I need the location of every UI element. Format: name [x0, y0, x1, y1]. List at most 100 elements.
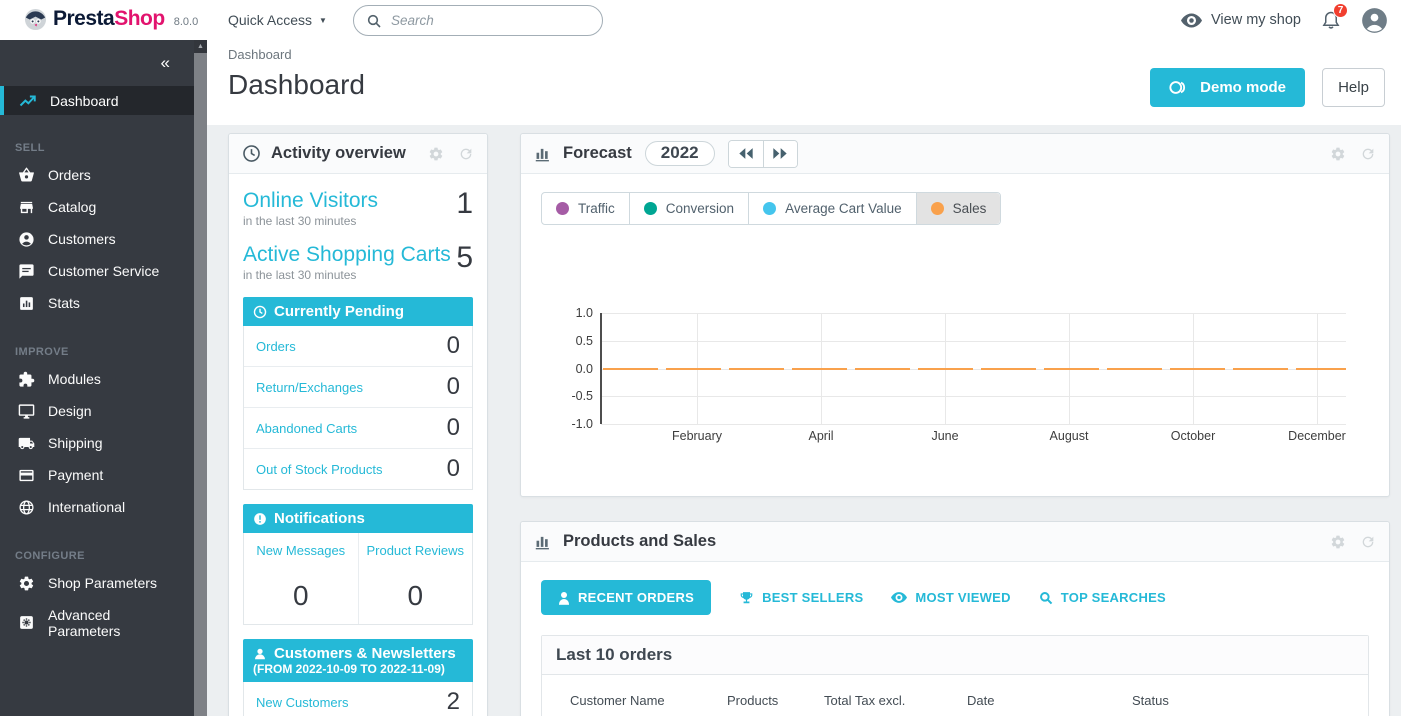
scrollbar-up-arrow[interactable]: ▲ [194, 40, 207, 53]
notification-count-badge: 7 [1333, 3, 1348, 18]
online-visitors-stat: 1 Online Visitors in the last 30 minutes [243, 189, 473, 228]
sidebar-section-improve: IMPROVE Modules Design Shipping Payment [0, 346, 194, 523]
chat-bubble-icon [18, 263, 35, 280]
exclamation-circle-icon [253, 512, 267, 526]
chart-icon [534, 533, 553, 550]
sidebar-item-payment[interactable]: Payment [0, 459, 194, 491]
y-tick: 1.0 [576, 306, 593, 320]
activity-panel-title: Activity overview [271, 144, 406, 163]
y-axis [600, 313, 602, 424]
products-panel-header: Products and Sales [521, 522, 1389, 562]
online-visitors-value: 1 [456, 189, 473, 219]
pending-orders-link[interactable]: Orders [256, 339, 296, 354]
column-status: Status [1132, 693, 1344, 708]
sidebar-item-shipping[interactable]: Shipping [0, 427, 194, 459]
tab-top-searches[interactable]: TOP SEARCHES [1039, 590, 1166, 605]
active-carts-value: 5 [456, 243, 473, 273]
pending-returns-link[interactable]: Return/Exchanges [256, 380, 363, 395]
truck-icon [18, 435, 35, 452]
out-of-stock-link[interactable]: Out of Stock Products [256, 462, 382, 477]
tab-best-sellers[interactable]: BEST SELLERS [739, 590, 863, 605]
products-tabs: RECENT ORDERS BEST SELLERS [541, 580, 1369, 615]
new-messages-link[interactable]: New Messages [256, 543, 345, 558]
quick-access-dropdown[interactable]: Quick Access ▼ [228, 0, 327, 40]
sidebar-item-stats[interactable]: Stats [0, 287, 194, 319]
pending-orders-value: 0 [447, 334, 460, 358]
y-tick: -0.5 [571, 389, 593, 403]
page-title: Dashboard [228, 69, 365, 101]
active-carts-stat: 5 Active Shopping Carts in the last 30 m… [243, 243, 473, 282]
account-avatar-button[interactable] [1361, 7, 1388, 34]
sidebar-collapse-button[interactable]: « [0, 40, 194, 86]
collapse-chevrons-icon: « [161, 53, 170, 73]
sidebar-scrollbar[interactable]: ▲ [194, 40, 207, 716]
x-tick: June [931, 429, 958, 443]
credit-card-icon [18, 467, 35, 484]
legend-average-cart-value-button[interactable]: Average Cart Value [748, 193, 916, 224]
globe-icon [18, 499, 35, 516]
new-customers-link[interactable]: New Customers [256, 695, 348, 710]
demo-mode-button[interactable]: Demo mode [1150, 68, 1305, 107]
abandoned-carts-link[interactable]: Abandoned Carts [256, 421, 357, 436]
settings-gear-icon[interactable] [428, 146, 444, 162]
conversion-dot-icon [644, 202, 657, 215]
previous-period-button[interactable] [729, 141, 763, 167]
forecast-year-selector[interactable]: 2022 [645, 141, 715, 166]
notifications-bell-button[interactable]: 7 [1322, 10, 1340, 30]
forecast-legend: Traffic Conversion Average Cart Value Sa… [541, 192, 1001, 225]
sidebar: « Dashboard SELL Orders Catalog [0, 40, 194, 716]
refresh-icon[interactable] [458, 146, 474, 162]
tab-most-viewed[interactable]: MOST VIEWED [891, 590, 1010, 605]
sidebar-item-catalog[interactable]: Catalog [0, 191, 194, 223]
products-panel-body: RECENT ORDERS BEST SELLERS [521, 562, 1389, 716]
sidebar-item-shop-parameters[interactable]: Shop Parameters [0, 567, 194, 599]
activity-panel-header: Activity overview [229, 134, 487, 174]
search-input[interactable] [391, 13, 590, 28]
forecast-panel: Forecast 2022 [520, 133, 1390, 497]
notifications-table: New Messages 0 Product Reviews 0 [243, 533, 473, 625]
product-reviews-link[interactable]: Product Reviews [366, 543, 464, 558]
sidebar-item-dashboard[interactable]: Dashboard [0, 86, 194, 115]
search-box[interactable] [353, 5, 603, 36]
forecast-chart: 1.0 0.5 0.0 -0.5 -1.0 February April Jun… [521, 313, 1389, 447]
chevron-down-icon: ▼ [319, 16, 327, 25]
product-reviews-cell: Product Reviews 0 [358, 533, 473, 624]
view-my-shop-link[interactable]: View my shop [1181, 12, 1301, 28]
new-messages-value: 0 [248, 580, 354, 612]
x-tick: October [1171, 429, 1215, 443]
settings-gear-icon[interactable] [1330, 534, 1346, 550]
x-tick: August [1050, 429, 1089, 443]
puzzle-icon [18, 371, 35, 388]
tab-recent-orders[interactable]: RECENT ORDERS [541, 580, 711, 615]
sidebar-item-customer-service[interactable]: Customer Service [0, 255, 194, 287]
sidebar-item-design[interactable]: Design [0, 395, 194, 427]
sidebar-item-orders[interactable]: Orders [0, 159, 194, 191]
clock-icon [253, 305, 267, 319]
sidebar-item-modules[interactable]: Modules [0, 363, 194, 395]
trophy-icon [739, 591, 754, 605]
average-cart-value-dot-icon [763, 202, 776, 215]
x-tick: December [1288, 429, 1346, 443]
chart-icon [534, 145, 553, 162]
legend-conversion-button[interactable]: Conversion [629, 193, 748, 224]
sidebar-section-sell: SELL Orders Catalog Customers Customer S… [0, 142, 194, 319]
refresh-icon[interactable] [1360, 146, 1376, 162]
online-visitors-link[interactable]: Online Visitors [243, 189, 378, 212]
next-period-button[interactable] [763, 141, 797, 167]
settings-gear-icon[interactable] [1330, 146, 1346, 162]
gear-icon [18, 575, 35, 592]
sidebar-item-advanced-parameters[interactable]: Advanced Parameters [0, 599, 194, 646]
refresh-icon[interactable] [1360, 534, 1376, 550]
prestashop-logo[interactable]: PrestaShop 8.0.0 [24, 7, 198, 31]
person-circle-icon [18, 231, 35, 248]
help-button[interactable]: Help [1322, 68, 1385, 107]
new-customers-row: New Customers 2 [244, 682, 472, 716]
active-carts-link[interactable]: Active Shopping Carts [243, 243, 451, 266]
column-total-tax-excl: Total Tax excl. [824, 693, 967, 708]
legend-traffic-button[interactable]: Traffic [542, 193, 629, 224]
sidebar-item-customers[interactable]: Customers [0, 223, 194, 255]
sidebar-item-international[interactable]: International [0, 491, 194, 523]
column-products: Products [727, 693, 824, 708]
legend-sales-button[interactable]: Sales [916, 193, 1001, 224]
toggle-icon [1169, 80, 1191, 95]
